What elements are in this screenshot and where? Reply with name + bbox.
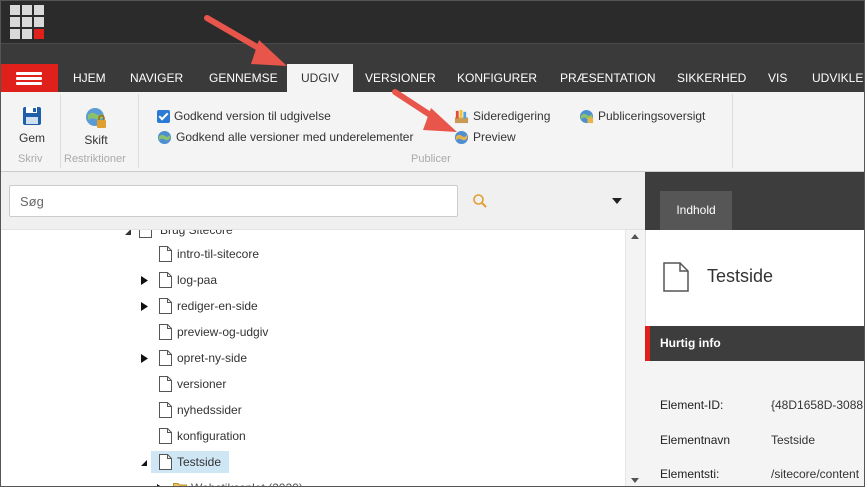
expand-arrow-icon[interactable] [141, 354, 148, 363]
ribbon-panel: Gem Skriv Skift Restriktioner Godkend ve… [0, 92, 865, 172]
globe-overview-icon [579, 110, 594, 124]
tab-gennemse[interactable]: GENNEMSE [209, 64, 278, 93]
expand-arrow-icon[interactable] [141, 276, 148, 285]
globe-lock-icon [86, 108, 106, 128]
document-icon [159, 324, 172, 340]
tab-konfigurer[interactable]: KONFIGURER [457, 64, 537, 93]
folder-icon [173, 483, 187, 487]
tab-indhold[interactable]: Indhold [660, 191, 732, 230]
hamburger-menu-icon[interactable] [0, 64, 58, 93]
top-bar [0, 0, 865, 43]
field-value-elementsti: /sitecore/content [771, 467, 860, 481]
tree-item-nyhedssider[interactable]: nyhedssider [155, 399, 355, 421]
app-launcher-icon[interactable] [10, 5, 44, 39]
document-icon [139, 230, 152, 238]
publish-overview-button[interactable]: Publiceringsoversigt [579, 108, 705, 125]
document-icon [159, 298, 172, 314]
field-label-element-id: Element-ID: [660, 398, 724, 412]
document-icon [159, 428, 172, 444]
search-dropdown-icon[interactable] [612, 198, 622, 204]
tree-item-intro-til-sitecore[interactable]: intro-til-sitecore [155, 243, 355, 265]
publish-overview-label: Publiceringsoversigt [598, 109, 706, 123]
tree-item-opret-ny-side[interactable]: opret-ny-side [139, 347, 359, 369]
field-value-elementnavn: Testside [771, 433, 816, 447]
tab-praesentation[interactable]: PRÆSENTATION [560, 64, 656, 93]
field-label-elementsti: Elementsti: [660, 467, 720, 481]
tree-item-label: log-paa [177, 273, 218, 287]
preview-label: Preview [473, 130, 516, 144]
tab-udvikle[interactable]: UDVIKLE [812, 64, 863, 93]
tree-item-label: rediger-en-side [177, 299, 258, 313]
search-bar [0, 172, 645, 230]
preview-button[interactable]: Preview [454, 129, 516, 146]
expand-arrow-icon[interactable] [141, 302, 148, 311]
tab-udgiv[interactable]: UDGIV [287, 64, 353, 93]
search-input[interactable] [9, 185, 458, 217]
tree-item-label: Testside [177, 455, 222, 469]
document-icon [159, 350, 172, 366]
approve-version-label: Godkend version til udgivelse [174, 109, 331, 123]
group-label-restriktioner: Restriktioner [64, 153, 126, 165]
document-icon [663, 262, 689, 292]
document-icon [159, 454, 172, 470]
document-icon [159, 272, 172, 288]
tree-item-testside[interactable]: Testside [151, 451, 229, 473]
tab-vis[interactable]: VIS [768, 64, 787, 93]
collapse-arrow-icon[interactable] [124, 230, 132, 236]
group-divider [732, 94, 733, 168]
tree-item-label: Brug Sitecore [160, 230, 233, 237]
globe-preview-icon [454, 131, 469, 145]
scroll-down-icon[interactable] [631, 478, 639, 483]
approve-all-label: Godkend alle versioner med underelemente… [176, 130, 414, 144]
tree-item-webstikssplet[interactable]: Webstikssplet (2020) [155, 477, 375, 487]
tree-item-brug-sitecore[interactable]: Brug Sitecore [120, 230, 320, 241]
tree-item-log-paa[interactable]: log-paa [139, 269, 359, 291]
checkbox-checked-icon [157, 110, 170, 124]
tree-item-rediger-en-side[interactable]: rediger-en-side [139, 295, 359, 317]
page-edit-label: Sideredigering [473, 109, 551, 123]
tree-item-label: versioner [177, 377, 227, 391]
content-tree: Brug Sitecore intro-til-sitecore log-paa… [0, 230, 625, 487]
group-divider [60, 94, 61, 168]
save-button[interactable]: Gem [12, 106, 52, 145]
save-button-label: Gem [18, 131, 45, 145]
globe-icon [157, 131, 172, 145]
field-value-element-id: {48D1658D-3088 [771, 398, 864, 412]
document-icon [159, 402, 172, 418]
scroll-up-icon[interactable] [631, 234, 639, 239]
collapse-arrow-icon[interactable] [140, 459, 148, 467]
group-label-publicer: Publicer [411, 153, 451, 165]
tree-item-label: Webstikssplet (2020) [191, 477, 303, 487]
tree-item-preview-og-udgiv[interactable]: preview-og-udgiv [155, 321, 355, 343]
tab-sikkerhed[interactable]: SIKKERHED [677, 64, 746, 93]
document-icon [159, 376, 172, 392]
group-label-skriv: Skriv [18, 153, 43, 165]
tree-item-konfiguration[interactable]: konfiguration [155, 425, 355, 447]
tree-item-label: opret-ny-side [177, 351, 248, 365]
tab-naviger[interactable]: NAVIGER [130, 64, 183, 93]
field-label-elementnavn: Elementnavn [660, 433, 731, 447]
tab-versioner[interactable]: VERSIONER [365, 64, 436, 93]
approve-all-versions-button[interactable]: Godkend alle versioner med underelemente… [157, 129, 413, 146]
switch-button[interactable]: Skift [76, 106, 116, 147]
tree-scrollbar[interactable] [625, 230, 645, 487]
floppy-disk-icon [23, 107, 41, 125]
ribbon-tab-bar: HJEM NAVIGER GENNEMSE UDGIV VERSIONER KO… [0, 43, 865, 93]
group-divider [138, 94, 139, 168]
tree-item-versioner[interactable]: versioner [155, 373, 355, 395]
approve-version-checkbox[interactable]: Godkend version til udgivelse [157, 108, 331, 125]
item-title: Testside [707, 266, 774, 286]
search-icon[interactable] [472, 193, 488, 209]
document-icon [159, 246, 172, 262]
tab-hjem[interactable]: HJEM [73, 64, 106, 93]
page-edit-button[interactable]: Sideredigering [454, 108, 550, 125]
paint-brushes-icon [454, 110, 469, 124]
tree-item-label: konfiguration [177, 429, 246, 443]
tree-item-label: preview-og-udgiv [177, 325, 269, 339]
tree-item-label: intro-til-sitecore [177, 247, 260, 261]
tree-item-label: nyhedssider [177, 403, 242, 417]
switch-button-label: Skift [84, 133, 108, 147]
quick-info-section-header[interactable]: Hurtig info [645, 326, 865, 361]
